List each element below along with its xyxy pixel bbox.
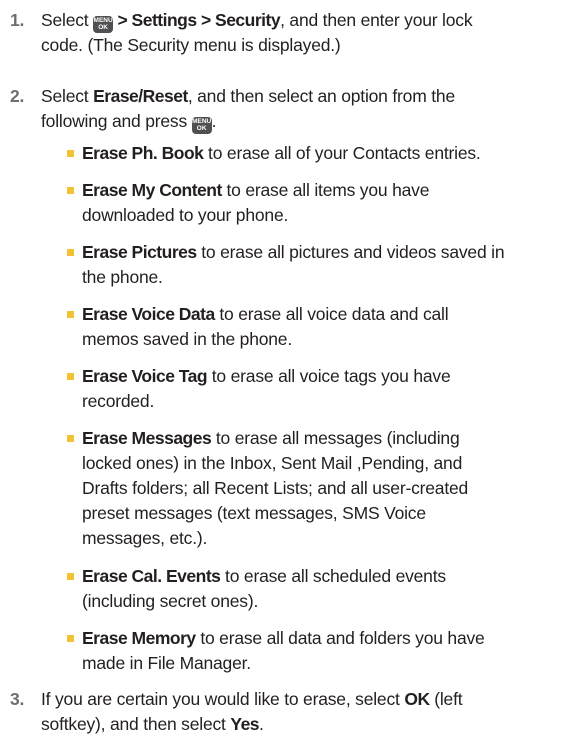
option-erase-voice-data: Erase Voice Data to erase all voice data…	[0, 302, 586, 352]
bullet-icon	[67, 373, 74, 380]
menu-ok-key-icon: MENU OK	[191, 116, 212, 134]
step-text: Select Erase/Reset, and then select an o…	[41, 86, 455, 134]
bullet-icon	[67, 435, 74, 442]
bullet-icon	[67, 573, 74, 580]
step-3: 3. If you are certain you would like to …	[0, 687, 586, 737]
option-erase-memory: Erase Memory to erase all data and folde…	[0, 626, 586, 676]
option-erase-voice-tag: Erase Voice Tag to erase all voice tags …	[0, 364, 586, 414]
bullet-icon	[67, 249, 74, 256]
step-text: If you are certain you would like to era…	[41, 689, 463, 734]
option-erase-my-content: Erase My Content to erase all items you …	[0, 178, 586, 228]
step-2: 2. Select Erase/Reset, and then select a…	[0, 84, 586, 134]
step-number: 3.	[10, 689, 25, 709]
bullet-icon	[67, 635, 74, 642]
bullet-icon	[67, 187, 74, 194]
option-erase-cal-events: Erase Cal. Events to erase all scheduled…	[0, 564, 586, 614]
option-erase-phone-book: Erase Ph. Book to erase all of your Cont…	[0, 141, 586, 166]
option-erase-messages: Erase Messages to erase all messages (in…	[0, 426, 586, 551]
step-text: Select MENU OK > Settings > Security, and…	[41, 10, 473, 55]
option-erase-pictures: Erase Pictures to erase all pictures and…	[0, 240, 586, 290]
step-number: 1.	[10, 10, 25, 30]
step-1: 1. Select MENU OK > Settings > Security, …	[0, 8, 586, 58]
step-number: 2.	[10, 86, 25, 106]
instruction-page: 1. Select MENU OK > Settings > Security, …	[0, 0, 586, 737]
menu-ok-key-icon: MENU OK	[93, 15, 114, 33]
bullet-icon	[67, 150, 74, 157]
bullet-icon	[67, 311, 74, 318]
